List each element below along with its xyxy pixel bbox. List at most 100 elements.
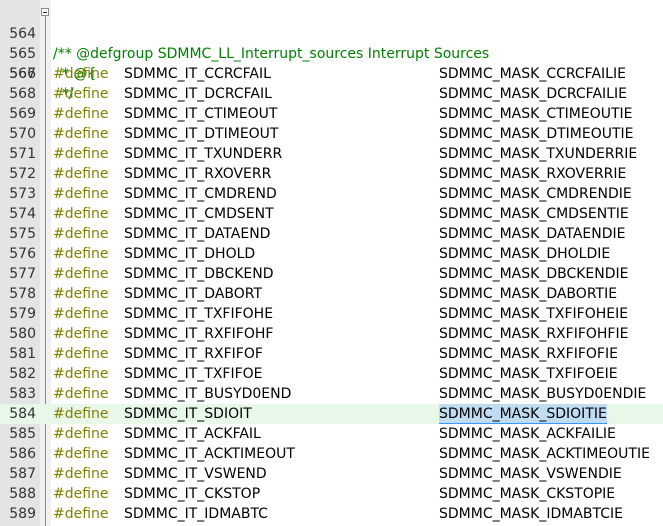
define-keyword: #define	[53, 366, 109, 382]
code-line[interactable]: 572 #define SDMMC_IT_RXOVERR SDMMC_MASK_RXO…	[0, 164, 663, 184]
macro-name: SDMMC_IT_TXFIFOHE	[124, 306, 274, 322]
selected-macro-value: SDMMC_MASK_SDIOITIE	[439, 404, 607, 424]
code-line[interactable]: 569 #define SDMMC_IT_CTIMEOUT SDMMC_MASK_CT…	[0, 104, 663, 124]
code-line[interactable]: 566 */	[0, 44, 663, 102]
code-line[interactable]: 586 #define SDMMC_IT_ACKTIMEOUT SDMMC_MASK_…	[0, 444, 663, 464]
code-line[interactable]: 579 #define SDMMC_IT_TXFIFOHE SDMMC_MASK_TX…	[0, 304, 663, 324]
define-keyword: #define	[53, 86, 109, 102]
macro-name: SDMMC_IT_CTIMEOUT	[124, 106, 278, 122]
macro-name: SDMMC_IT_BUSYD0END	[124, 386, 292, 402]
code-line[interactable]: 580 #define SDMMC_IT_RXFIFOHF SDMMC_MASK_RX…	[0, 324, 663, 344]
line-number: 578	[9, 286, 36, 302]
macro-name: SDMMC_IT_TXUNDERR	[124, 146, 283, 162]
define-keyword: #define	[53, 246, 109, 262]
macro-name: SDMMC_IT_CMDSENT	[124, 206, 274, 222]
define-keyword: #define	[53, 286, 109, 302]
line-number: 586	[9, 446, 36, 462]
code-line[interactable]: 582 #define SDMMC_IT_TXFIFOE SDMMC_MASK_TXF…	[0, 364, 663, 384]
define-keyword: #define	[53, 146, 109, 162]
define-keyword: #define	[53, 346, 109, 362]
line-number: 587	[9, 466, 36, 482]
line-number: 585	[9, 426, 36, 442]
macro-value: SDMMC_MASK_CMDRENDIE	[439, 186, 632, 202]
line-number: 568	[9, 86, 36, 102]
macro-value: SDMMC_MASK_DABORTIE	[439, 286, 618, 302]
line-number: 569	[9, 106, 36, 122]
macro-name: SDMMC_IT_TXFIFOE	[124, 366, 263, 382]
code-line[interactable]: 581 #define SDMMC_IT_RXFIFOF SDMMC_MASK_RXF…	[0, 344, 663, 364]
code-line[interactable]: 567 #define SDMMC_IT_CCRCFAIL SDMMC_MASK_CC…	[0, 64, 663, 84]
code-line[interactable]: 588 #define SDMMC_IT_CKSTOP SDMMC_MASK_CKST…	[0, 484, 663, 504]
line-number: 583	[9, 386, 36, 402]
macro-name: SDMMC_IT_DHOLD	[124, 246, 256, 262]
macro-value: SDMMC_MASK_RXFIFOHFIE	[439, 326, 629, 342]
macro-value: SDMMC_MASK_RXOVERRIE	[439, 166, 627, 182]
line-number: 576	[9, 246, 36, 262]
define-keyword: #define	[53, 66, 109, 82]
macro-value: SDMMC_MASK_VSWENDIE	[439, 466, 622, 482]
code-line[interactable]: 571 #define SDMMC_IT_TXUNDERR SDMMC_MASK_TX…	[0, 144, 663, 164]
code-line[interactable]: 577 #define SDMMC_IT_DBCKEND SDMMC_MASK_DBC…	[0, 264, 663, 284]
macro-name: SDMMC_IT_SDIOIT	[124, 406, 252, 422]
line-number: 589	[9, 506, 36, 522]
code-line[interactable]: 587 #define SDMMC_IT_VSWEND SDMMC_MASK_VSWE…	[0, 464, 663, 484]
macro-name: SDMMC_IT_DCRCFAIL	[124, 86, 272, 102]
define-keyword: #define	[53, 386, 109, 402]
code-line[interactable]: 574 #define SDMMC_IT_CMDSENT SDMMC_MASK_CMD…	[0, 204, 663, 224]
line-number: 572	[9, 166, 36, 182]
define-keyword: #define	[53, 266, 109, 282]
macro-name: SDMMC_IT_VSWEND	[124, 466, 267, 482]
line-number: 580	[9, 326, 36, 342]
code-line[interactable]: 564 /** @defgroup SDMMC_LL_Interrupt_sou…	[0, 4, 663, 62]
line-number: 579	[9, 306, 36, 322]
macro-name: SDMMC_IT_CKSTOP	[124, 486, 261, 502]
line-number: 582	[9, 366, 36, 382]
code-editor[interactable]: 564 /** @defgroup SDMMC_LL_Interrupt_sou…	[0, 0, 663, 526]
define-keyword: #define	[53, 226, 109, 242]
macro-value: SDMMC_MASK_TXUNDERRIE	[439, 146, 638, 162]
code-line[interactable]: 583 #define SDMMC_IT_BUSYD0END SDMMC_MASK_B…	[0, 384, 663, 404]
line-number: 575	[9, 226, 36, 242]
macro-value: SDMMC_MASK_CMDSENTIE	[439, 206, 629, 222]
code-line[interactable]: 585 #define SDMMC_IT_ACKFAIL SDMMC_MASK_ACK…	[0, 424, 663, 444]
line-number: 581	[9, 346, 36, 362]
code-line[interactable]: 568 #define SDMMC_IT_DCRCFAIL SDMMC_MASK_DC…	[0, 84, 663, 104]
code-line[interactable]: 570 #define SDMMC_IT_DTIMEOUT SDMMC_MASK_DT…	[0, 124, 663, 144]
code-line[interactable]: 584 #define SDMMC_IT_SDIOIT SDMMC_MASK_SDIO…	[0, 404, 663, 424]
define-keyword: #define	[53, 306, 109, 322]
macro-name: SDMMC_IT_CMDREND	[124, 186, 277, 202]
macro-value: SDMMC_MASK_CKSTOPIE	[439, 486, 616, 502]
macro-value: SDMMC_MASK_DBCKENDIE	[439, 266, 629, 282]
macro-name: SDMMC_IT_ACKFAIL	[124, 426, 261, 442]
macro-value: SDMMC_MASK_TXFIFOHEIE	[439, 306, 629, 322]
macro-value: SDMMC_MASK_DTIMEOUTIE	[439, 126, 634, 142]
macro-name: SDMMC_IT_CCRCFAIL	[124, 66, 271, 82]
macro-value: SDMMC_MASK_CTIMEOUTIE	[439, 106, 633, 122]
code-line[interactable]: 589 #define SDMMC_IT_IDMABTC SDMMC_MASK_IDM…	[0, 504, 663, 524]
define-keyword: #define	[53, 186, 109, 202]
code-line[interactable]: 576 #define SDMMC_IT_DHOLD SDMMC_MASK_DHOLD…	[0, 244, 663, 264]
macro-value: SDMMC_MASK_DHOLDIE	[439, 246, 611, 262]
macro-name: SDMMC_IT_DBCKEND	[124, 266, 274, 282]
define-keyword: #define	[53, 406, 109, 422]
define-keyword: #define	[53, 166, 109, 182]
macro-name: SDMMC_IT_RXOVERR	[124, 166, 272, 182]
line-number: 571	[9, 146, 36, 162]
define-keyword: #define	[53, 206, 109, 222]
code-line[interactable]: 575 #define SDMMC_IT_DATAEND SDMMC_MASK_DAT…	[0, 224, 663, 244]
macro-value: SDMMC_MASK_RXFIFOFIE	[439, 346, 618, 362]
macro-value: SDMMC_MASK_CCRCFAILIE	[439, 66, 626, 82]
macro-value: SDMMC_MASK_ACKFAILIE	[439, 426, 616, 442]
define-keyword: #define	[53, 466, 109, 482]
define-keyword: #define	[53, 426, 109, 442]
line-number: 577	[9, 266, 36, 282]
code-line[interactable]: 573 #define SDMMC_IT_CMDREND SDMMC_MASK_CMD…	[0, 184, 663, 204]
macro-name: SDMMC_IT_DTIMEOUT	[124, 126, 279, 142]
macro-name: SDMMC_IT_ACKTIMEOUT	[124, 446, 295, 462]
macro-value: SDMMC_MASK_TXFIFOEIE	[439, 366, 618, 382]
code-line[interactable]: 565 * @{	[0, 24, 663, 82]
define-keyword: #define	[53, 486, 109, 502]
define-keyword: #define	[53, 506, 109, 522]
code-line[interactable]: 578 #define SDMMC_IT_DABORT SDMMC_MASK_DABO…	[0, 284, 663, 304]
line-number: 588	[9, 486, 36, 502]
